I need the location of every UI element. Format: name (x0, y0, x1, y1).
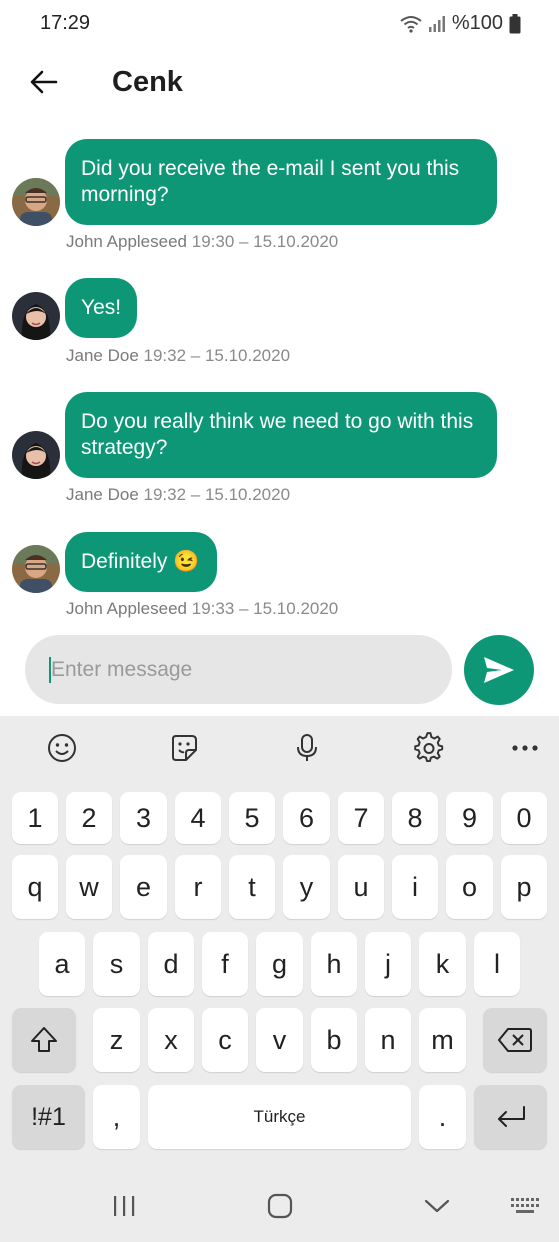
message-author: Jane Doe (66, 346, 139, 365)
message-time: 19:32 – 15.10.2020 (143, 485, 291, 504)
key-j[interactable]: j (365, 932, 411, 996)
key-f[interactable]: f (202, 932, 248, 996)
space-key[interactable]: Türkçe (148, 1085, 411, 1149)
key-period[interactable]: . (419, 1085, 466, 1149)
shift-icon (31, 1027, 57, 1052)
key-i[interactable]: i (392, 855, 438, 919)
key-h[interactable]: h (311, 932, 357, 996)
message-input[interactable]: Enter message (25, 635, 452, 704)
key-5[interactable]: 5 (229, 792, 275, 844)
message-bubble[interactable]: Did you receive the e-mail I sent you th… (65, 139, 497, 225)
message-bubble[interactable]: Do you really think we need to go with t… (65, 392, 497, 478)
send-button[interactable] (464, 635, 534, 705)
key-c[interactable]: c (202, 1008, 248, 1072)
message-time: 19:33 – 15.10.2020 (191, 599, 339, 618)
key-comma[interactable]: , (93, 1085, 140, 1149)
status-icons: %100 (400, 12, 521, 35)
message-meta: Jane Doe 19:32 – 15.10.2020 (66, 485, 290, 505)
status-time: 17:29 (40, 12, 91, 34)
backspace-icon (498, 1028, 532, 1052)
key-8[interactable]: 8 (392, 792, 438, 844)
message-bubble[interactable]: Definitely 😉 (65, 532, 217, 592)
keyboard-icon[interactable] (505, 1188, 545, 1224)
home-icon[interactable] (260, 1188, 300, 1224)
message-author: Jane Doe (66, 485, 139, 504)
chevron-down-icon[interactable] (417, 1188, 457, 1224)
message-meta: John Appleseed 19:33 – 15.10.2020 (66, 599, 338, 619)
emoji-icon[interactable] (44, 730, 80, 766)
key-p[interactable]: p (501, 855, 547, 919)
key-y[interactable]: y (283, 855, 330, 919)
back-button[interactable] (28, 66, 60, 98)
key-v[interactable]: v (256, 1008, 303, 1072)
message-meta: Jane Doe 19:32 – 15.10.2020 (66, 346, 290, 366)
enter-key[interactable] (474, 1085, 547, 1149)
send-icon (484, 657, 514, 683)
avatar-jane (12, 292, 60, 340)
key-l[interactable]: l (474, 932, 520, 996)
message-bubble[interactable]: Yes! (65, 278, 137, 338)
key-n[interactable]: n (365, 1008, 411, 1072)
more-icon[interactable] (507, 730, 543, 766)
key-a[interactable]: a (39, 932, 85, 996)
settings-icon[interactable] (411, 730, 447, 766)
shift-key[interactable] (12, 1008, 76, 1072)
enter-icon (497, 1106, 525, 1127)
avatar-jane (12, 431, 60, 479)
key-t[interactable]: t (229, 855, 275, 919)
key-0[interactable]: 0 (501, 792, 547, 844)
key-g[interactable]: g (256, 932, 303, 996)
avatar-john (12, 178, 60, 226)
arrow-back-icon (30, 70, 58, 94)
message-time: 19:32 – 15.10.2020 (143, 346, 291, 365)
message-author: John Appleseed (66, 599, 187, 618)
key-m[interactable]: m (419, 1008, 466, 1072)
key-s[interactable]: s (93, 932, 140, 996)
key-x[interactable]: x (148, 1008, 194, 1072)
recent-apps-icon[interactable] (104, 1188, 144, 1224)
sticker-icon[interactable] (166, 730, 202, 766)
key-z[interactable]: z (93, 1008, 140, 1072)
key-3[interactable]: 3 (120, 792, 167, 844)
message-meta: John Appleseed 19:30 – 15.10.2020 (66, 232, 338, 252)
key-k[interactable]: k (419, 932, 466, 996)
backspace-key[interactable] (483, 1008, 547, 1072)
message-author: John Appleseed (66, 232, 187, 251)
key-7[interactable]: 7 (338, 792, 384, 844)
key-u[interactable]: u (338, 855, 384, 919)
battery-percent: %100 (451, 12, 503, 34)
key-b[interactable]: b (311, 1008, 357, 1072)
avatar-john (12, 545, 60, 593)
key-w[interactable]: w (66, 855, 112, 919)
key-o[interactable]: o (446, 855, 493, 919)
conversation-title: Cenk (112, 66, 183, 98)
microphone-icon[interactable] (289, 730, 325, 766)
key-4[interactable]: 4 (175, 792, 221, 844)
message-input-placeholder: Enter message (51, 658, 193, 681)
key-9[interactable]: 9 (446, 792, 493, 844)
symbols-key[interactable]: !#1 (12, 1085, 85, 1149)
message-time: 19:30 – 15.10.2020 (191, 232, 339, 251)
key-q[interactable]: q (12, 855, 58, 919)
signal-icon (428, 15, 445, 32)
battery-icon (509, 13, 521, 33)
key-e[interactable]: e (120, 855, 167, 919)
key-1[interactable]: 1 (12, 792, 58, 844)
wifi-icon (400, 15, 422, 33)
key-6[interactable]: 6 (283, 792, 330, 844)
key-r[interactable]: r (175, 855, 221, 919)
key-d[interactable]: d (148, 932, 194, 996)
key-2[interactable]: 2 (66, 792, 112, 844)
